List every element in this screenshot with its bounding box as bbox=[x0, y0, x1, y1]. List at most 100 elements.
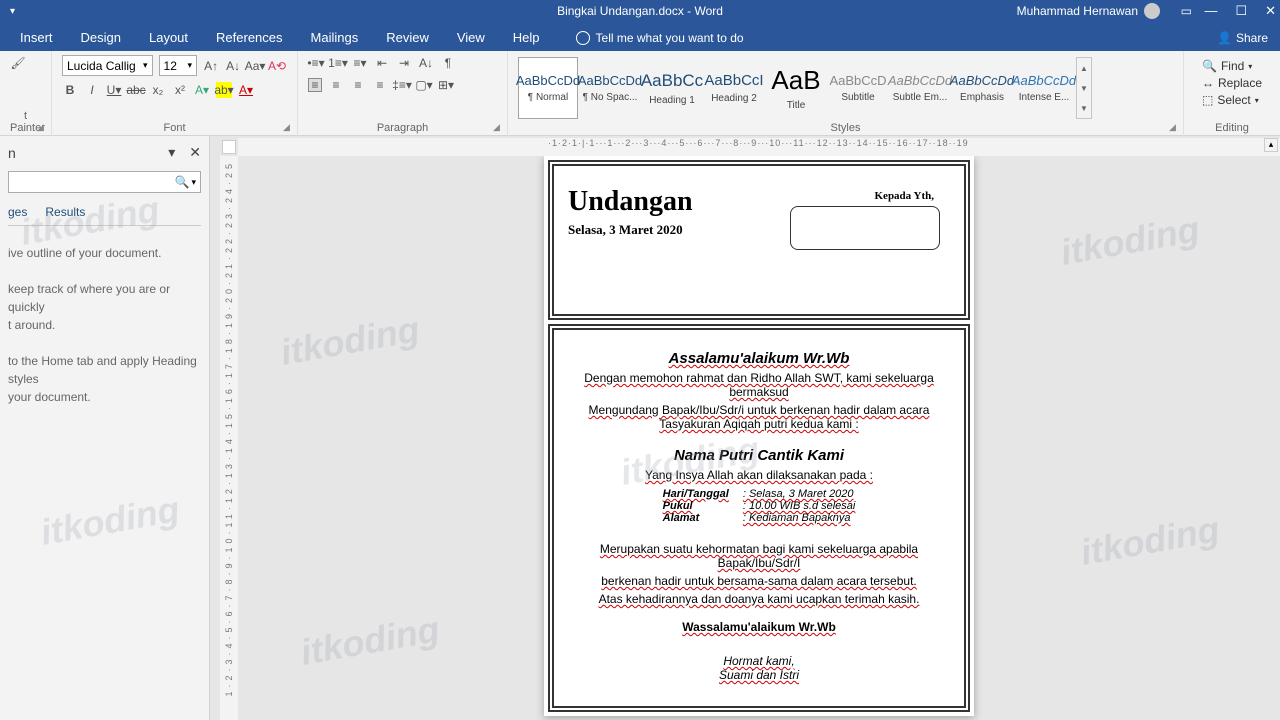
font-color-icon[interactable]: A▾ bbox=[238, 82, 254, 98]
highlight-icon[interactable]: ab▾ bbox=[216, 82, 232, 98]
nav-search-input[interactable]: 🔍▾ bbox=[8, 171, 201, 193]
paragraph-launcher-icon[interactable]: ◢ bbox=[493, 122, 505, 134]
find-button[interactable]: 🔍Find▾ bbox=[1202, 59, 1262, 73]
chevron-down-icon: ▾ bbox=[191, 177, 196, 188]
style-intense[interactable]: AaBbCcDdIntense E... bbox=[1014, 57, 1074, 119]
tab-design[interactable]: Design bbox=[69, 24, 133, 51]
salam-label: Assalamu'alaikum Wr.Wb bbox=[582, 350, 936, 367]
horizontal-ruler[interactable]: ·1·2·1·|·1···1···2···3···4···5···6···7··… bbox=[238, 138, 1280, 156]
body-p5: Merupakan suatu kehormatan bagi kami sek… bbox=[582, 542, 936, 570]
decrease-indent-icon[interactable]: ⇤ bbox=[374, 55, 390, 71]
paragraph-group-label: Paragraph bbox=[308, 122, 497, 136]
tab-view[interactable]: View bbox=[445, 24, 497, 51]
font-size-select[interactable]: 12▾ bbox=[159, 55, 198, 76]
style-subtitle[interactable]: AaBbCcDSubtitle bbox=[828, 57, 888, 119]
multilevel-icon[interactable]: ≡▾ bbox=[352, 55, 368, 71]
chevron-down-icon: ▾ bbox=[143, 60, 148, 71]
tab-references[interactable]: References bbox=[204, 24, 294, 51]
nav-menu-icon[interactable]: ▾ bbox=[168, 144, 175, 161]
minimize-button[interactable]: — bbox=[1204, 3, 1217, 19]
search-icon: 🔍 bbox=[175, 175, 190, 189]
tab-help[interactable]: Help bbox=[501, 24, 552, 51]
child-name: Nama Putri Cantik Kami bbox=[582, 447, 936, 464]
tab-mailings[interactable]: Mailings bbox=[299, 24, 371, 51]
clear-format-icon[interactable]: A⟲ bbox=[269, 58, 285, 74]
strike-button[interactable]: abc bbox=[128, 82, 144, 98]
nav-tab-pages[interactable]: ges bbox=[8, 205, 27, 219]
style-heading2[interactable]: AaBbCcIHeading 2 bbox=[704, 57, 764, 119]
share-button[interactable]: 👤 Share bbox=[1217, 31, 1268, 51]
ribbon-tabs: Insert Design Layout References Mailings… bbox=[0, 22, 1280, 51]
tab-review[interactable]: Review bbox=[374, 24, 441, 51]
style-title[interactable]: AaBTitle bbox=[766, 57, 826, 119]
avatar-icon bbox=[1144, 3, 1160, 19]
borders-icon[interactable]: ⊞▾ bbox=[438, 77, 454, 93]
align-right-icon[interactable]: ≡ bbox=[350, 77, 366, 93]
numbering-icon[interactable]: 1≡▾ bbox=[330, 55, 346, 71]
nav-tab-results[interactable]: Results bbox=[45, 205, 85, 219]
select-button[interactable]: ⬚Select▾ bbox=[1202, 93, 1262, 107]
bullets-icon[interactable]: •≡▾ bbox=[308, 55, 324, 71]
hormat-label: Hormat kami, bbox=[582, 654, 936, 668]
replace-icon: ↔ bbox=[1202, 76, 1214, 90]
style-nospacing[interactable]: AaBbCcDd¶ No Spac... bbox=[580, 57, 640, 119]
scroll-up-icon[interactable]: ▴ bbox=[1264, 138, 1278, 152]
vertical-ruler[interactable]: 1·2·3·4·5·6·7·8·9·10·11·12·13·14·15·16·1… bbox=[220, 156, 238, 720]
line-spacing-icon[interactable]: ‡≡▾ bbox=[394, 77, 410, 93]
kepada-label: Kepada Yth, bbox=[875, 190, 935, 202]
superscript-button[interactable]: x² bbox=[172, 82, 188, 98]
increase-indent-icon[interactable]: ⇥ bbox=[396, 55, 412, 71]
italic-button[interactable]: I bbox=[84, 82, 100, 98]
style-heading1[interactable]: AaBbCcHeading 1 bbox=[642, 57, 702, 119]
subscript-button[interactable]: x₂ bbox=[150, 82, 166, 98]
font-name-select[interactable]: Lucida Callig▾ bbox=[62, 55, 153, 76]
maximize-button[interactable]: ☐ bbox=[1235, 3, 1247, 19]
show-marks-icon[interactable]: ¶ bbox=[440, 55, 456, 71]
replace-button[interactable]: ↔Replace bbox=[1202, 76, 1262, 90]
style-subtleem[interactable]: AaBbCcDdSubtle Em... bbox=[890, 57, 950, 119]
shrink-font-icon[interactable]: A↓ bbox=[225, 58, 241, 74]
align-center-icon[interactable]: ≡ bbox=[328, 77, 344, 93]
search-icon: 🔍 bbox=[1202, 59, 1217, 73]
text-effects-icon[interactable]: A▾ bbox=[194, 82, 210, 98]
styles-launcher-icon[interactable]: ◢ bbox=[1169, 122, 1181, 134]
grow-font-icon[interactable]: A↑ bbox=[203, 58, 219, 74]
sort-icon[interactable]: A↓ bbox=[418, 55, 434, 71]
ribbon: 🖌 t Painter ◢ Lucida Callig▾ 12▾ A↑ A↓ A… bbox=[0, 51, 1280, 136]
ribbon-display-icon[interactable]: ▭ bbox=[1181, 4, 1192, 18]
change-case-icon[interactable]: Aa▾ bbox=[247, 58, 263, 74]
editing-group-label: Editing bbox=[1194, 122, 1270, 136]
tab-layout[interactable]: Layout bbox=[137, 24, 200, 51]
body-p1: Dengan memohon rahmat dan Ridho Allah SW… bbox=[582, 371, 936, 399]
styles-group-label: Styles bbox=[518, 122, 1173, 136]
justify-icon[interactable]: ≡ bbox=[372, 77, 388, 93]
nav-close-icon[interactable]: ✕ bbox=[189, 144, 201, 161]
chevron-down-icon: ▾ bbox=[188, 60, 193, 71]
close-button[interactable]: ✕ bbox=[1265, 3, 1276, 19]
shading-icon[interactable]: ▢▾ bbox=[416, 77, 432, 93]
clipboard-group: 🖌 t Painter ◢ bbox=[0, 51, 52, 136]
invitation-body-frame: Assalamu'alaikum Wr.Wb Dengan memohon ra… bbox=[548, 324, 970, 712]
style-emphasis[interactable]: AaBbCcDdEmphasis bbox=[952, 57, 1012, 119]
qat-dropdown-icon[interactable]: ▾ bbox=[10, 6, 15, 17]
tell-me-box[interactable]: Tell me what you want to do bbox=[576, 31, 744, 51]
document-canvas[interactable]: Undangan Selasa, 3 Maret 2020 Kepada Yth… bbox=[238, 156, 1280, 720]
font-launcher-icon[interactable]: ◢ bbox=[283, 122, 295, 134]
bold-button[interactable]: B bbox=[62, 82, 78, 98]
align-left-icon[interactable]: ≡ bbox=[308, 78, 322, 92]
ruler-corner bbox=[222, 140, 236, 154]
tab-insert[interactable]: Insert bbox=[8, 24, 65, 51]
font-group-label: Font bbox=[62, 122, 287, 136]
format-painter-icon[interactable]: 🖌 bbox=[10, 55, 26, 71]
recipient-box bbox=[790, 206, 940, 250]
paragraph-group: •≡▾ 1≡▾ ≡▾ ⇤ ⇥ A↓ ¶ ≡ ≡ ≡ ≡ ‡≡▾ ▢▾ ⊞▾ Pa… bbox=[298, 51, 508, 136]
clipboard-launcher-icon[interactable]: ◢ bbox=[37, 122, 49, 134]
styles-gallery[interactable]: AaBbCcDd¶ Normal AaBbCcDd¶ No Spac... Aa… bbox=[518, 55, 1173, 119]
styles-scroll[interactable]: ▲▼▼ bbox=[1076, 57, 1092, 119]
account-area[interactable]: Muhammad Hernawan bbox=[1017, 3, 1160, 19]
body-p7: Atas kehadirannya dan doanya kami ucapka… bbox=[582, 592, 936, 606]
nav-body-text: ive outline of your document. keep track… bbox=[8, 226, 201, 406]
underline-button[interactable]: U▾ bbox=[106, 82, 122, 98]
style-normal[interactable]: AaBbCcDd¶ Normal bbox=[518, 57, 578, 119]
wassalam-label: Wassalamu'alaikum Wr.Wb bbox=[582, 620, 936, 634]
